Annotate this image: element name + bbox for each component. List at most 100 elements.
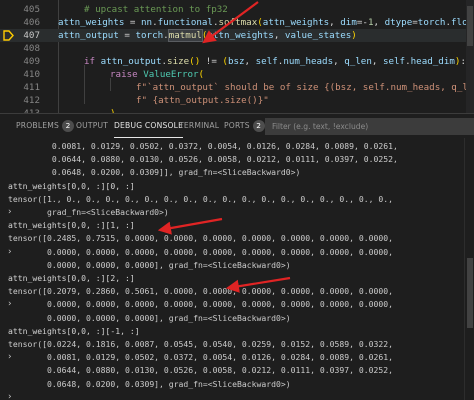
code-line[interactable]: 409 if attn_output.size() != (bsz, self.n… xyxy=(0,55,474,68)
code-token: dtype xyxy=(384,17,413,28)
code-token: torch xyxy=(417,17,446,28)
problems-count-badge: 2 xyxy=(62,120,75,132)
tab-problems-label: PROBLEMS xyxy=(16,121,60,130)
console-output-line: tensor([0.2485, 0.7515, 0.0000, 0.0000, … xyxy=(0,232,474,244)
console-input-line: attn_weights[0,0, :][2, :] xyxy=(0,272,474,284)
console-output-line: grad_fn=<SliceBackward0>) xyxy=(0,206,474,218)
code-editor[interactable]: 405 # upcast attention to fp32 406 attn_wei… xyxy=(0,0,474,113)
tab-ports[interactable]: PORTS 2 xyxy=(224,114,265,138)
tab-output-label: OUTPUT xyxy=(76,121,109,130)
code-token: ) xyxy=(351,30,357,41)
console-output-line: 0.0648, 0.0200, 0.0309], grad_fn=<SliceB… xyxy=(0,378,474,390)
code-line[interactable]: 412 f" {attn_output.size()}" xyxy=(0,94,474,107)
console-value: grad_fn=<SliceBackward0>) xyxy=(8,207,169,217)
code-token: head_dim xyxy=(410,56,455,67)
line-number: 411 xyxy=(23,82,40,93)
console-output-line: tensor([0.0224, 0.1816, 0.0087, 0.0545, … xyxy=(0,338,474,350)
debug-console-output[interactable]: 0.0081, 0.0129, 0.0502, 0.0372, 0.0054, … xyxy=(0,138,474,400)
console-filter-input[interactable] xyxy=(265,118,474,135)
console-value: 0.0081, 0.0129, 0.0502, 0.0372, 0.0054, … xyxy=(8,141,398,151)
code-token: = xyxy=(124,17,141,28)
tab-ports-label: PORTS xyxy=(224,121,250,130)
code-token: != xyxy=(200,56,223,67)
console-value: 0.0081, 0.0129, 0.0502, 0.0372, 0.0054, … xyxy=(8,352,393,363)
console-output-line: 0.0081, 0.0129, 0.0502, 0.0372, 0.0054, … xyxy=(0,140,474,152)
code-token: q_len xyxy=(344,56,372,67)
console-value: 0.0000, 0.0000, 0.0000, 0.0000, 0.0000, … xyxy=(8,246,393,257)
console-output-line: 0.0644, 0.0880, 0.0130, 0.0526, 0.0058, … xyxy=(0,153,474,165)
code-token: bsz xyxy=(227,56,245,67)
debug-current-line-icon[interactable] xyxy=(3,30,14,41)
console-value: 0.0648, 0.0200, 0.0309]], grad_fn=<Slice… xyxy=(8,167,301,178)
code-token: nn xyxy=(141,17,153,28)
console-output-line: 0.0000, 0.0000, 0.0000, 0.0000, 0.0000, … xyxy=(0,246,474,258)
code-token: , xyxy=(333,56,345,67)
console-value: 0.0000, 0.0000, 0.0000], grad_fn=<SliceB… xyxy=(8,312,291,323)
tab-terminal[interactable]: TERMINAL xyxy=(179,114,219,138)
console-value: 0.0000, 0.0000, 0.0000, 0.0000, 0.0000, … xyxy=(8,299,393,310)
console-output-line: 0.0648, 0.0200, 0.0309]], grad_fn=<Slice… xyxy=(0,166,474,178)
console-prompt-icon[interactable]: › xyxy=(8,391,12,400)
console-expression: attn_weights[0,0, :][0, :] xyxy=(8,180,135,191)
code-token: raise xyxy=(110,69,138,80)
console-output-line: tensor([0.2079, 0.2860, 0.5061, 0.0000, … xyxy=(0,285,474,297)
code-token: torch xyxy=(135,30,164,41)
code-token: functional xyxy=(157,17,213,28)
tab-output[interactable]: OUTPUT xyxy=(76,114,108,138)
console-output-line: tensor([1., 0., 0., 0., 0., 0., 0., 0., … xyxy=(0,193,474,205)
console-value: tensor([0.0224, 0.1816, 0.0087, 0.0545, … xyxy=(8,339,393,349)
ports-count-badge: 2 xyxy=(252,120,265,132)
code-token: , xyxy=(244,56,256,67)
code-token: num_heads xyxy=(283,56,334,67)
code-line[interactable]: 408 xyxy=(0,42,474,55)
panel-tab-bar: PROBLEMS 2 OUTPUT DEBUG CONSOLE TERMINAL … xyxy=(0,113,474,138)
console-value: 0.0644, 0.0880, 0.0130, 0.0526, 0.0058, … xyxy=(8,154,398,165)
code-token: attn_weights xyxy=(207,30,274,41)
code-line[interactable]: 407 attn_output = torch.matmul(attn_weigh… xyxy=(0,29,474,42)
code-token: dim xyxy=(340,17,357,28)
tab-debug-console-label: DEBUG CONSOLE xyxy=(114,121,184,130)
editor-scrollbar[interactable] xyxy=(466,0,474,113)
code-token: ValueError xyxy=(143,69,199,80)
tab-debug-console[interactable]: DEBUG CONSOLE xyxy=(114,114,184,138)
console-output-line: 0.0000, 0.0000, 0.0000, 0.0000, 0.0000, … xyxy=(0,298,474,310)
console-output-line: 0.0644, 0.0880, 0.0130, 0.0526, 0.0058, … xyxy=(0,364,474,376)
console-output-line: 0.0000, 0.0000, 0.0000], grad_fn=<SliceB… xyxy=(0,312,474,324)
code-token: f" {attn_output.size()}" xyxy=(136,95,269,106)
code-line[interactable]: 411 f"`attn_output` should be of size {(b… xyxy=(0,81,474,94)
code-token: self xyxy=(382,56,406,67)
console-value: 0.0000, 0.0000, 0.0000], grad_fn=<SliceB… xyxy=(8,259,291,270)
code-line[interactable]: 410 raise ValueError( xyxy=(0,68,474,81)
line-number: 406 xyxy=(23,17,40,28)
code-token: =- xyxy=(356,17,368,28)
code-token: , xyxy=(371,56,383,67)
code-token: softmax xyxy=(218,17,258,28)
console-value: tensor([1., 0., 0., 0., 0., 0., 0., 0., … xyxy=(8,193,393,204)
code-token: self xyxy=(255,56,278,67)
code-token: , xyxy=(329,17,341,28)
code-token: ( xyxy=(198,69,205,80)
console-value: 0.0644, 0.0880, 0.0130, 0.0526, 0.0058, … xyxy=(8,365,393,376)
console-value: tensor([0.2485, 0.7515, 0.0000, 0.0000, … xyxy=(8,233,393,244)
console-output-line: 0.0000, 0.0000, 0.0000], grad_fn=<SliceB… xyxy=(0,259,474,271)
line-number: 408 xyxy=(23,43,40,54)
code-token: size xyxy=(167,56,190,67)
code-token: # upcast attention to fp32 xyxy=(84,4,228,15)
console-expression: attn_weights[0,0, :][2, :] xyxy=(8,273,135,283)
code-token: matmul xyxy=(167,29,203,42)
line-number: 409 xyxy=(23,56,40,67)
code-token: . xyxy=(163,30,169,41)
console-scrollbar[interactable] xyxy=(464,138,474,400)
code-token: attn_output xyxy=(58,30,119,41)
code-token: value_states xyxy=(284,30,352,41)
code-line[interactable]: 405 # upcast attention to fp32 xyxy=(0,3,474,16)
console-input-line: attn_weights[0,0, :][1, :] xyxy=(0,219,474,231)
tab-terminal-label: TERMINAL xyxy=(179,121,220,130)
code-token: f"`attn_output` should be of size {(bsz,… xyxy=(136,82,474,93)
code-token: attn_weights xyxy=(262,17,330,28)
code-token: , xyxy=(373,17,385,28)
code-token: , xyxy=(273,30,285,41)
tab-problems[interactable]: PROBLEMS 2 xyxy=(16,114,75,138)
code-line[interactable]: 406 attn_weights = nn.functional.softmax(… xyxy=(0,16,474,29)
console-value: tensor([0.2079, 0.2860, 0.5061, 0.0000, … xyxy=(8,286,393,297)
